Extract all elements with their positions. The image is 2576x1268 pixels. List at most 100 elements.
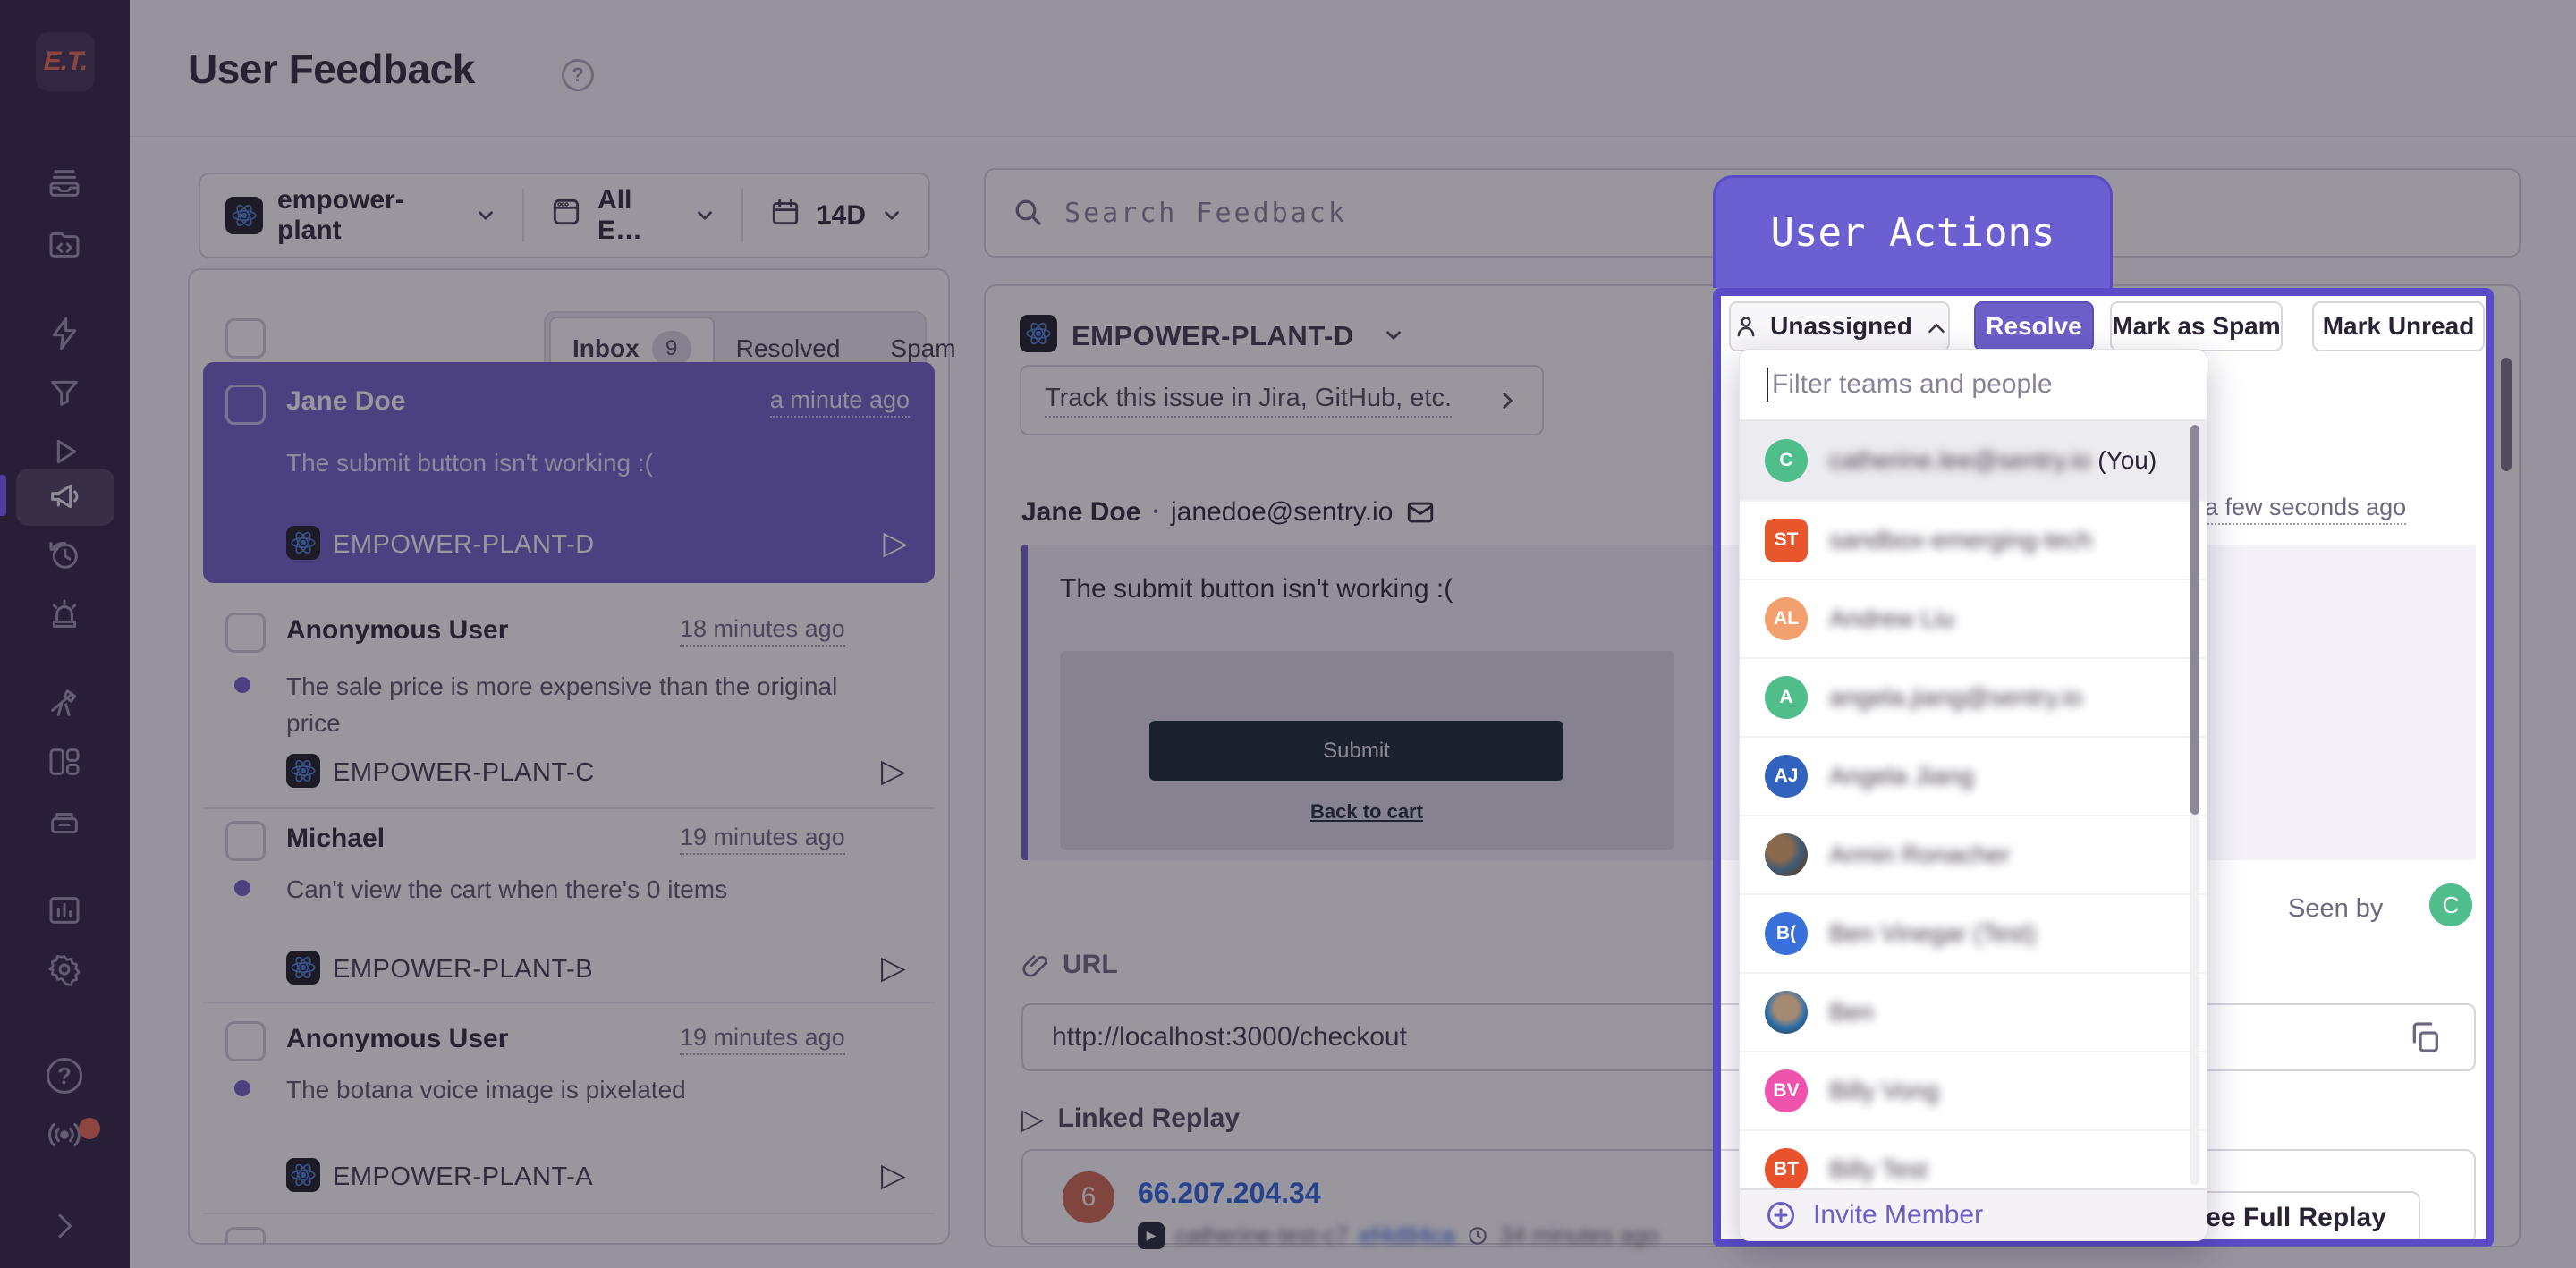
item-checkbox-partial[interactable] — [225, 1227, 266, 1243]
tab-resolved-label: Resolved — [736, 334, 841, 363]
member-row[interactable]: AJ Angela Jiang — [1740, 736, 2207, 815]
detail-time: a few seconds ago — [2205, 494, 2406, 525]
member-row[interactable]: C catherine.lee@sentry.io (You) — [1740, 421, 2207, 500]
mark-unread-button[interactable]: Mark Unread — [2312, 301, 2485, 351]
alerts-siren-icon[interactable] — [47, 596, 82, 632]
reporter-name: Jane Doe — [1021, 497, 1140, 528]
member-name: Ben Vinegar (Test) — [1829, 919, 2036, 948]
assignee-dropdown-button[interactable]: Unassigned — [1729, 301, 1950, 351]
lightning-icon[interactable] — [47, 316, 82, 351]
item-name: Anonymous User — [286, 615, 508, 646]
member-row[interactable]: B( Ben Vinegar (Test) — [1740, 893, 2207, 972]
date-range-filter[interactable]: 14D — [743, 174, 928, 257]
member-row[interactable]: A angela.jiang@sentry.io — [1740, 657, 2207, 736]
member-name: Ben — [1829, 998, 1874, 1027]
settings-gear-icon[interactable] — [47, 951, 82, 987]
member-name: Billy Vong — [1829, 1077, 1939, 1105]
item-divider — [203, 1002, 935, 1003]
seen-by-avatar: C — [2429, 883, 2472, 926]
item-time: 18 minutes ago — [680, 615, 845, 647]
select-all-checkbox[interactable] — [225, 318, 266, 359]
funnel-icon[interactable] — [47, 375, 82, 410]
member-avatar-6: B( — [1765, 912, 1808, 955]
item-checkbox[interactable] — [225, 385, 266, 425]
mark-spam-label: Mark as Spam — [2112, 312, 2280, 341]
member-row[interactable]: BV Billy Vong — [1740, 1051, 2207, 1129]
member-avatar-8: BV — [1765, 1069, 1808, 1112]
environment-filter[interactable]: All E… — [524, 174, 741, 257]
item-checkbox[interactable] — [225, 613, 266, 653]
member-name: angela.jiang@sentry.io — [1829, 683, 2082, 712]
react-project-icon — [286, 951, 320, 985]
replays-play-icon[interactable] — [47, 434, 82, 469]
detail-scrollbar-thumb[interactable] — [2501, 358, 2512, 471]
projects-icon[interactable] — [47, 226, 82, 262]
invite-member-row[interactable]: Invite Member — [1740, 1188, 2207, 1240]
mark-as-spam-button[interactable]: Mark as Spam — [2110, 301, 2283, 351]
app-logo[interactable]: E.T. — [36, 32, 95, 91]
replay-ip-link[interactable]: 66.207.204.34 — [1138, 1177, 1321, 1210]
feedback-item-selected[interactable]: Jane Doe a minute ago The submit button … — [203, 362, 935, 583]
linked-replay-header[interactable]: ▷ Linked Replay — [1021, 1102, 1240, 1136]
item-divider — [203, 807, 935, 809]
archive-box-icon[interactable] — [47, 804, 82, 840]
reporter-separator: • — [1153, 504, 1158, 520]
search-placeholder: Search Feedback — [1064, 198, 1347, 229]
item-checkbox[interactable] — [225, 1021, 266, 1061]
item-time: 19 minutes ago — [680, 1024, 845, 1055]
item-project: EMPOWER-PLANT-C — [333, 758, 595, 788]
whats-new-broadcast-icon[interactable] — [47, 1117, 82, 1153]
filter-placeholder: Filter teams and people — [1772, 369, 2053, 400]
member-row[interactable]: Armin Ronacher — [1740, 815, 2207, 893]
issues-icon[interactable] — [47, 165, 82, 201]
item-project: EMPOWER-PLANT-D — [333, 530, 595, 560]
member-name: Billy Test — [1829, 1155, 1928, 1184]
member-avatar-2: AL — [1765, 597, 1808, 640]
detail-project-selector[interactable]: EMPOWER-PLANT-D — [1072, 320, 1354, 352]
explore-telescope-icon[interactable] — [47, 685, 82, 721]
filter-teams-input[interactable]: Filter teams and people — [1740, 350, 2207, 421]
replay-play-icon[interactable]: ▷ — [881, 1156, 906, 1194]
replay-play-icon[interactable]: ▷ — [881, 752, 906, 790]
history-clock-icon[interactable] — [47, 537, 82, 573]
inbox-count-badge: 9 — [652, 331, 691, 367]
title-help-icon[interactable]: ? — [562, 59, 594, 91]
mark-unread-label: Mark Unread — [2323, 312, 2475, 341]
calendar-icon — [768, 195, 802, 236]
item-checkbox[interactable] — [225, 821, 266, 861]
envelope-icon[interactable] — [1405, 497, 1436, 528]
member-row[interactable]: ST sandbox-emerging-tech — [1740, 500, 2207, 579]
environment-filter-value: All E… — [597, 185, 679, 246]
sidebar: E.T. — [0, 0, 130, 1268]
copy-url-button[interactable] — [2395, 1012, 2454, 1062]
page-title: User Feedback — [188, 45, 475, 93]
item-project: EMPOWER-PLANT-A — [333, 1162, 593, 1192]
chevron-down-icon[interactable] — [1382, 324, 1405, 347]
track-issue-button[interactable]: Track this issue in Jira, GitHub, etc. — [1020, 365, 1544, 435]
project-filter[interactable]: empower-plant — [200, 174, 522, 257]
help-icon[interactable]: ? — [47, 1058, 82, 1094]
user-actions-tour-tab: User Actions — [1713, 175, 2113, 288]
screenshot-back-link: Back to cart — [1310, 800, 1423, 824]
unread-dot — [234, 677, 250, 693]
dropdown-scrollbar-thumb[interactable] — [2190, 425, 2199, 815]
replay-session: catherine-test-c7 — [1175, 1222, 1349, 1249]
replay-play-icon[interactable]: ▷ — [883, 524, 908, 562]
plus-circle-icon — [1765, 1199, 1797, 1231]
page: E.T. — [0, 0, 2576, 1268]
member-avatar-1: ST — [1765, 519, 1808, 562]
assignee-dropdown: Filter teams and people C catherine.lee@… — [1739, 349, 2207, 1241]
resolve-button[interactable]: Resolve — [1974, 301, 2094, 351]
item-message: The botana voice image is pixelated — [286, 1072, 877, 1109]
url-value: http://localhost:3000/checkout — [1052, 1022, 1407, 1052]
collapse-chevron-icon[interactable] — [47, 1208, 82, 1244]
feedback-megaphone-icon[interactable] — [47, 478, 82, 514]
project-filter-value: empower-plant — [277, 185, 460, 246]
member-row[interactable]: Ben — [1740, 972, 2207, 1051]
search-icon — [1013, 197, 1045, 229]
member-row[interactable]: AL Andrew Liu — [1740, 579, 2207, 657]
replay-play-icon[interactable]: ▷ — [881, 949, 906, 986]
notification-dot — [79, 1118, 100, 1139]
stats-chart-icon[interactable] — [47, 892, 82, 928]
dashboards-grid-icon[interactable] — [47, 744, 82, 780]
